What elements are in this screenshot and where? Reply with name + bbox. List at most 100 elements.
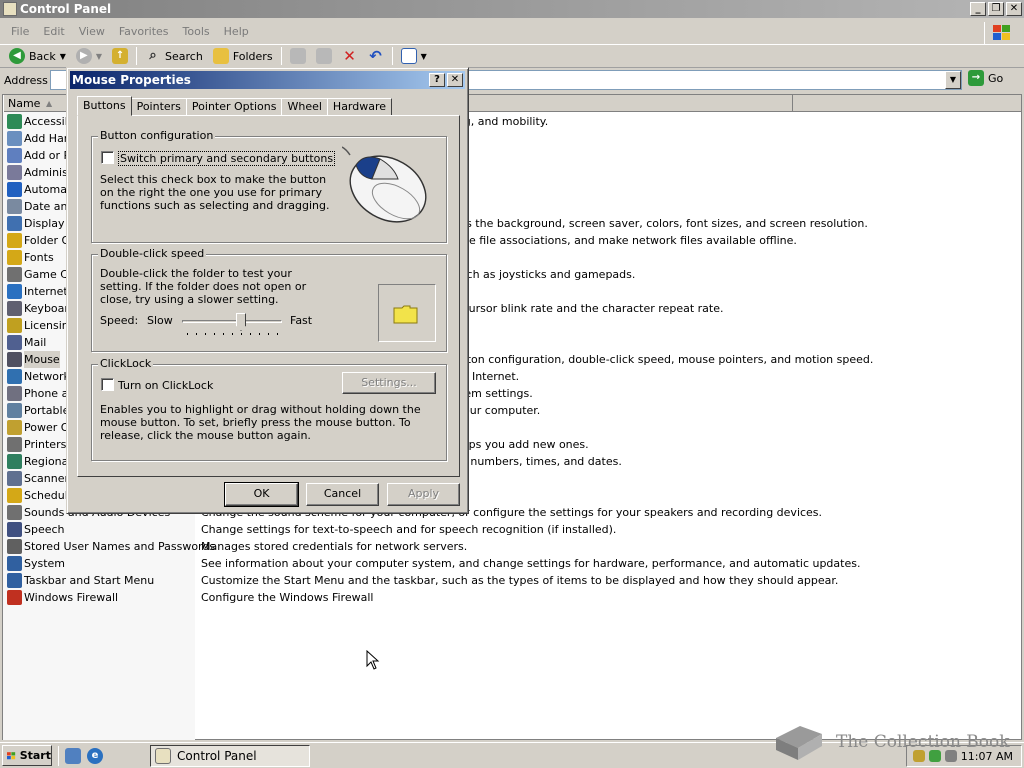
switch-buttons-label[interactable]: Switch primary and secondary buttons bbox=[118, 151, 336, 166]
clicklock-group: ClickLock Turn on ClickLock Settings... … bbox=[91, 357, 447, 461]
control-panel-item-icon bbox=[7, 522, 22, 537]
list-item-description: See information about your computer syst… bbox=[201, 557, 861, 570]
apply-button[interactable]: Apply bbox=[387, 483, 460, 506]
go-button[interactable]: → Go bbox=[968, 70, 1003, 86]
back-button[interactable]: ◀ Back ▼ bbox=[4, 45, 71, 67]
taskbar-separator bbox=[58, 745, 59, 766]
list-item[interactable]: Taskbar and Start Menu bbox=[3, 572, 195, 589]
dropdown-arrow-icon: ▼ bbox=[59, 51, 66, 61]
slider-track bbox=[182, 320, 282, 323]
start-button[interactable]: Start bbox=[2, 745, 52, 766]
views-button[interactable]: ▼ bbox=[396, 45, 432, 67]
tab-hardware[interactable]: Hardware bbox=[326, 98, 393, 116]
sort-ascending-icon: ▲ bbox=[46, 99, 53, 108]
mouse-properties-dialog: Mouse Properties ? ✕ Buttons Pointers Po… bbox=[66, 67, 469, 514]
tab-buttons[interactable]: Buttons bbox=[77, 96, 132, 116]
list-item-description: Configure the Windows Firewall bbox=[201, 591, 374, 604]
dialog-title: Mouse Properties bbox=[72, 73, 191, 87]
undo-button[interactable]: ↶ bbox=[363, 45, 389, 67]
taskbar-button-control-panel[interactable]: Control Panel bbox=[150, 745, 310, 767]
list-item[interactable]: Speech bbox=[3, 521, 195, 538]
control-panel-item-icon bbox=[7, 556, 22, 571]
clicklock-checkbox[interactable] bbox=[101, 378, 114, 391]
slider-tick bbox=[223, 333, 224, 335]
list-item-name: Fonts bbox=[24, 251, 54, 264]
test-folder-icon[interactable] bbox=[393, 304, 419, 324]
clicklock-settings-button[interactable]: Settings... bbox=[342, 372, 436, 394]
cancel-button[interactable]: Cancel bbox=[306, 483, 379, 506]
control-panel-item-icon bbox=[7, 505, 22, 520]
control-panel-item-icon bbox=[7, 420, 22, 435]
control-panel-item-icon bbox=[7, 369, 22, 384]
slider-tick bbox=[214, 333, 215, 335]
move-to-button[interactable] bbox=[285, 45, 311, 67]
menu-edit[interactable]: Edit bbox=[36, 22, 71, 42]
control-panel-icon bbox=[155, 748, 171, 764]
control-panel-item-icon bbox=[7, 114, 22, 129]
slider-thumb[interactable] bbox=[236, 313, 246, 331]
up-folder-icon: ↑ bbox=[112, 48, 129, 64]
address-label: Address bbox=[4, 73, 48, 87]
windows-logo-icon bbox=[984, 22, 1018, 44]
search-button[interactable]: ⌕ Search bbox=[140, 45, 208, 67]
control-panel-item-icon bbox=[7, 471, 22, 486]
tab-pointers[interactable]: Pointers bbox=[130, 98, 187, 116]
dialog-titlebar[interactable]: Mouse Properties ? ✕ bbox=[70, 71, 465, 89]
clicklock-label[interactable]: Turn on ClickLock bbox=[118, 379, 213, 392]
menu-file[interactable]: File bbox=[4, 22, 36, 42]
tab-pointer-options[interactable]: Pointer Options bbox=[185, 98, 283, 116]
slow-label: Slow bbox=[147, 314, 173, 327]
help-button[interactable]: ? bbox=[429, 73, 445, 87]
list-item-name: Stored User Names and Passwords bbox=[24, 540, 216, 553]
tab-strip: Buttons Pointers Pointer Options Wheel H… bbox=[77, 96, 393, 116]
menu-bar: File Edit View Favorites Tools Help bbox=[0, 22, 1024, 44]
toolbar: ◀ Back ▼ ▶ ▼ ↑ ⌕ Search Folders ✕ ↶ ▼ bbox=[0, 44, 1024, 68]
double-click-speed-group: Double-click speed Double-click the fold… bbox=[91, 247, 447, 352]
control-panel-icon bbox=[3, 2, 17, 16]
address-dropdown-button[interactable]: ▼ bbox=[945, 71, 961, 89]
up-button[interactable]: ↑ bbox=[107, 45, 133, 67]
double-click-speed-slider[interactable] bbox=[182, 313, 282, 337]
watermark-text: The Collection Book bbox=[836, 732, 1010, 752]
undo-icon: ↶ bbox=[369, 47, 382, 65]
test-area[interactable] bbox=[378, 284, 436, 342]
restore-button[interactable]: ❐ bbox=[988, 2, 1004, 16]
slider-tick bbox=[277, 333, 278, 335]
delete-button[interactable]: ✕ bbox=[337, 45, 363, 67]
dialog-close-button[interactable]: ✕ bbox=[447, 73, 463, 87]
close-button[interactable]: ✕ bbox=[1006, 2, 1022, 16]
group-label: Double-click speed bbox=[98, 247, 207, 260]
internet-explorer-icon[interactable]: e bbox=[87, 747, 103, 764]
list-item[interactable]: System bbox=[3, 555, 195, 572]
book-logo-icon bbox=[776, 726, 822, 760]
control-panel-item-icon bbox=[7, 488, 22, 503]
show-desktop-icon[interactable] bbox=[65, 747, 81, 764]
folders-button[interactable]: Folders bbox=[208, 45, 278, 67]
list-item[interactable]: Windows Firewall bbox=[3, 589, 195, 606]
group-label: Button configuration bbox=[98, 129, 216, 142]
control-panel-item-icon bbox=[7, 216, 22, 231]
slider-tick bbox=[196, 333, 197, 335]
menu-help[interactable]: Help bbox=[217, 22, 256, 42]
button-configuration-group: Button configuration Switch primary and … bbox=[91, 129, 447, 243]
window-titlebar[interactable]: Control Panel _ ❐ ✕ bbox=[0, 0, 1024, 18]
menu-view[interactable]: View bbox=[72, 22, 112, 42]
list-item-description: Change settings for text-to-speech and f… bbox=[201, 523, 617, 536]
list-item-name: System bbox=[24, 557, 66, 570]
ok-button[interactable]: OK bbox=[224, 482, 299, 507]
tab-wheel[interactable]: Wheel bbox=[281, 98, 328, 116]
minimize-button[interactable]: _ bbox=[970, 2, 986, 16]
mouse-illustration-icon bbox=[342, 146, 427, 223]
copy-to-button[interactable] bbox=[311, 45, 337, 67]
switch-buttons-checkbox[interactable] bbox=[101, 151, 114, 164]
mouse-pointer-icon bbox=[366, 650, 380, 670]
list-item-name: Mail bbox=[24, 336, 47, 349]
forward-button[interactable]: ▶ ▼ bbox=[71, 45, 107, 67]
menu-favorites[interactable]: Favorites bbox=[112, 22, 176, 42]
back-arrow-icon: ◀ bbox=[9, 48, 25, 64]
speed-label: Speed: bbox=[100, 314, 139, 327]
control-panel-item-icon bbox=[7, 403, 22, 418]
slider-tick bbox=[232, 333, 233, 335]
menu-tools[interactable]: Tools bbox=[176, 22, 217, 42]
list-item[interactable]: Stored User Names and Passwords bbox=[3, 538, 215, 555]
